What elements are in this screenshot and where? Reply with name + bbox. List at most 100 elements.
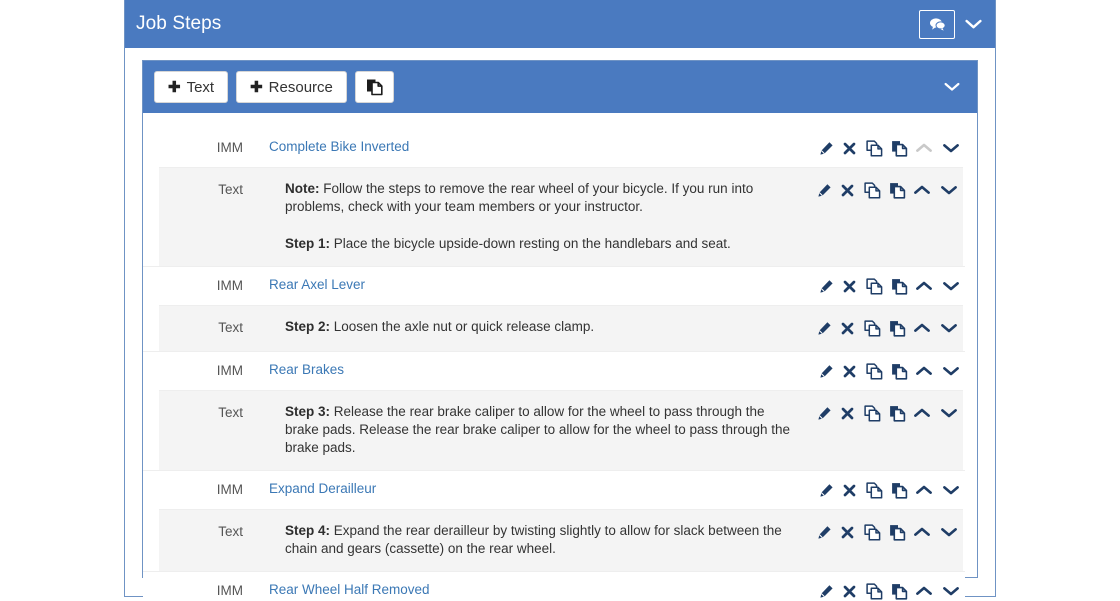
step-actions [813, 522, 963, 542]
delete-step-button[interactable] [838, 361, 861, 381]
table-row: IMM Complete Bike Inverted [143, 129, 965, 167]
move-step-up-button[interactable] [910, 361, 937, 381]
paste-step-button[interactable] [886, 403, 909, 423]
step-link[interactable]: Rear Axel Lever [269, 277, 365, 292]
move-step-down-button[interactable] [936, 318, 963, 338]
step-type-label: IMM [216, 482, 243, 497]
edit-step-button[interactable] [815, 480, 838, 500]
step-type-label: Text [218, 320, 243, 335]
step-link[interactable]: Rear Brakes [269, 362, 344, 377]
step-paragraph: Step 1: Place the bicycle upside-down re… [285, 235, 801, 253]
delete-step-button[interactable] [836, 180, 859, 200]
paste-step-button[interactable] [886, 318, 909, 338]
screenshot-root: Job Steps ✚ Text ✚ Resource IMM Complete… [0, 0, 1120, 601]
delete-step-button[interactable] [836, 318, 859, 338]
step-type-label: IMM [216, 140, 243, 155]
edit-step-button[interactable] [813, 403, 836, 423]
edit-pencil-icon [817, 406, 832, 421]
edit-step-button[interactable] [815, 276, 838, 296]
table-row: Text Step 4: Expand the rear derailleur b… [159, 509, 963, 571]
comments-button[interactable] [919, 9, 955, 39]
copy-step-button[interactable] [858, 522, 885, 542]
edit-step-button[interactable] [815, 581, 838, 601]
table-row: Text Note: Follow the steps to remove the… [159, 167, 963, 266]
paste-step-button[interactable] [888, 276, 911, 296]
copy-step-button[interactable] [860, 138, 887, 158]
move-step-up-button[interactable] [908, 522, 935, 542]
move-step-up-button[interactable] [910, 276, 937, 296]
move-step-down-button[interactable] [938, 480, 965, 500]
paste-step-button[interactable] [888, 361, 911, 381]
edit-step-button[interactable] [813, 180, 836, 200]
step-link[interactable]: Expand Derailleur [269, 481, 376, 496]
move-step-down-button[interactable] [936, 522, 963, 542]
paste-icon [889, 405, 906, 422]
edit-step-button[interactable] [813, 318, 836, 338]
paste-step-button[interactable] [888, 581, 911, 601]
step-type-label: IMM [216, 583, 243, 598]
copy-step-button[interactable] [860, 361, 887, 381]
paste-step-button[interactable] [888, 138, 911, 158]
copy-step-button[interactable] [860, 276, 887, 296]
paste-icon [889, 524, 906, 541]
add-text-button[interactable]: ✚ Text [154, 71, 229, 103]
move-step-up-button[interactable] [908, 180, 935, 200]
step-text: Release the rear brake caliper to allow … [285, 404, 791, 455]
copy-step-button[interactable] [858, 318, 885, 338]
chevron-down-icon [942, 484, 960, 496]
move-step-down-button[interactable] [936, 180, 963, 200]
chevron-up-icon [915, 142, 933, 154]
step-actions [815, 138, 965, 158]
step-type-label: Text [218, 405, 243, 420]
copy-step-button[interactable] [860, 480, 887, 500]
edit-pencil-icon [817, 525, 832, 540]
chevron-up-icon [915, 484, 933, 496]
edit-step-button[interactable] [815, 361, 838, 381]
copy-step-button[interactable] [858, 180, 885, 200]
move-step-up-button [910, 138, 937, 158]
delete-step-button[interactable] [838, 138, 861, 158]
add-resource-button[interactable]: ✚ Resource [236, 71, 347, 103]
paste-step-button[interactable] [888, 480, 911, 500]
delete-step-button[interactable] [838, 480, 861, 500]
toolbar-collapse-button[interactable] [940, 75, 964, 99]
paste-button[interactable] [354, 71, 394, 103]
delete-step-button[interactable] [836, 522, 859, 542]
delete-x-icon [843, 484, 856, 497]
chevron-up-icon [915, 585, 933, 597]
step-text: Expand the rear derailleur by twisting s… [285, 523, 782, 556]
step-paragraph: Step 2: Loosen the axle nut or quick rel… [285, 318, 801, 336]
delete-step-button[interactable] [836, 403, 859, 423]
move-step-up-button[interactable] [910, 581, 937, 601]
panel-collapse-button[interactable] [962, 12, 984, 36]
step-label: Step 1: [285, 236, 331, 251]
edit-step-button[interactable] [815, 138, 838, 158]
move-step-up-button[interactable] [910, 480, 937, 500]
copy-step-button[interactable] [860, 581, 887, 601]
move-step-down-button[interactable] [936, 403, 963, 423]
move-step-down-button[interactable] [938, 361, 965, 381]
move-step-down-button[interactable] [938, 581, 965, 601]
table-row: Text Step 2: Loosen the axle nut or quick… [159, 305, 963, 351]
copy-step-button[interactable] [858, 403, 885, 423]
paste-step-button[interactable] [886, 522, 909, 542]
step-label: Step 4: [285, 523, 331, 538]
delete-step-button[interactable] [838, 276, 861, 296]
step-content: Step 2: Loosen the axle nut or quick rel… [243, 318, 813, 336]
edit-pencil-icon [817, 183, 832, 198]
edit-step-button[interactable] [813, 522, 836, 542]
step-link[interactable]: Complete Bike Inverted [269, 139, 409, 154]
delete-x-icon [843, 142, 856, 155]
edit-pencil-icon [819, 279, 834, 294]
delete-step-button[interactable] [838, 581, 861, 601]
chevron-down-icon [940, 322, 958, 334]
step-link[interactable]: Rear Wheel Half Removed [269, 582, 430, 597]
move-step-down-button[interactable] [938, 276, 965, 296]
move-step-up-button[interactable] [908, 318, 935, 338]
paste-icon [891, 583, 908, 600]
panel-header-tools [919, 9, 984, 39]
paste-step-button[interactable] [886, 180, 909, 200]
move-step-up-button[interactable] [908, 403, 935, 423]
table-row: IMM Rear Axel Lever [143, 266, 965, 305]
move-step-down-button[interactable] [938, 138, 965, 158]
